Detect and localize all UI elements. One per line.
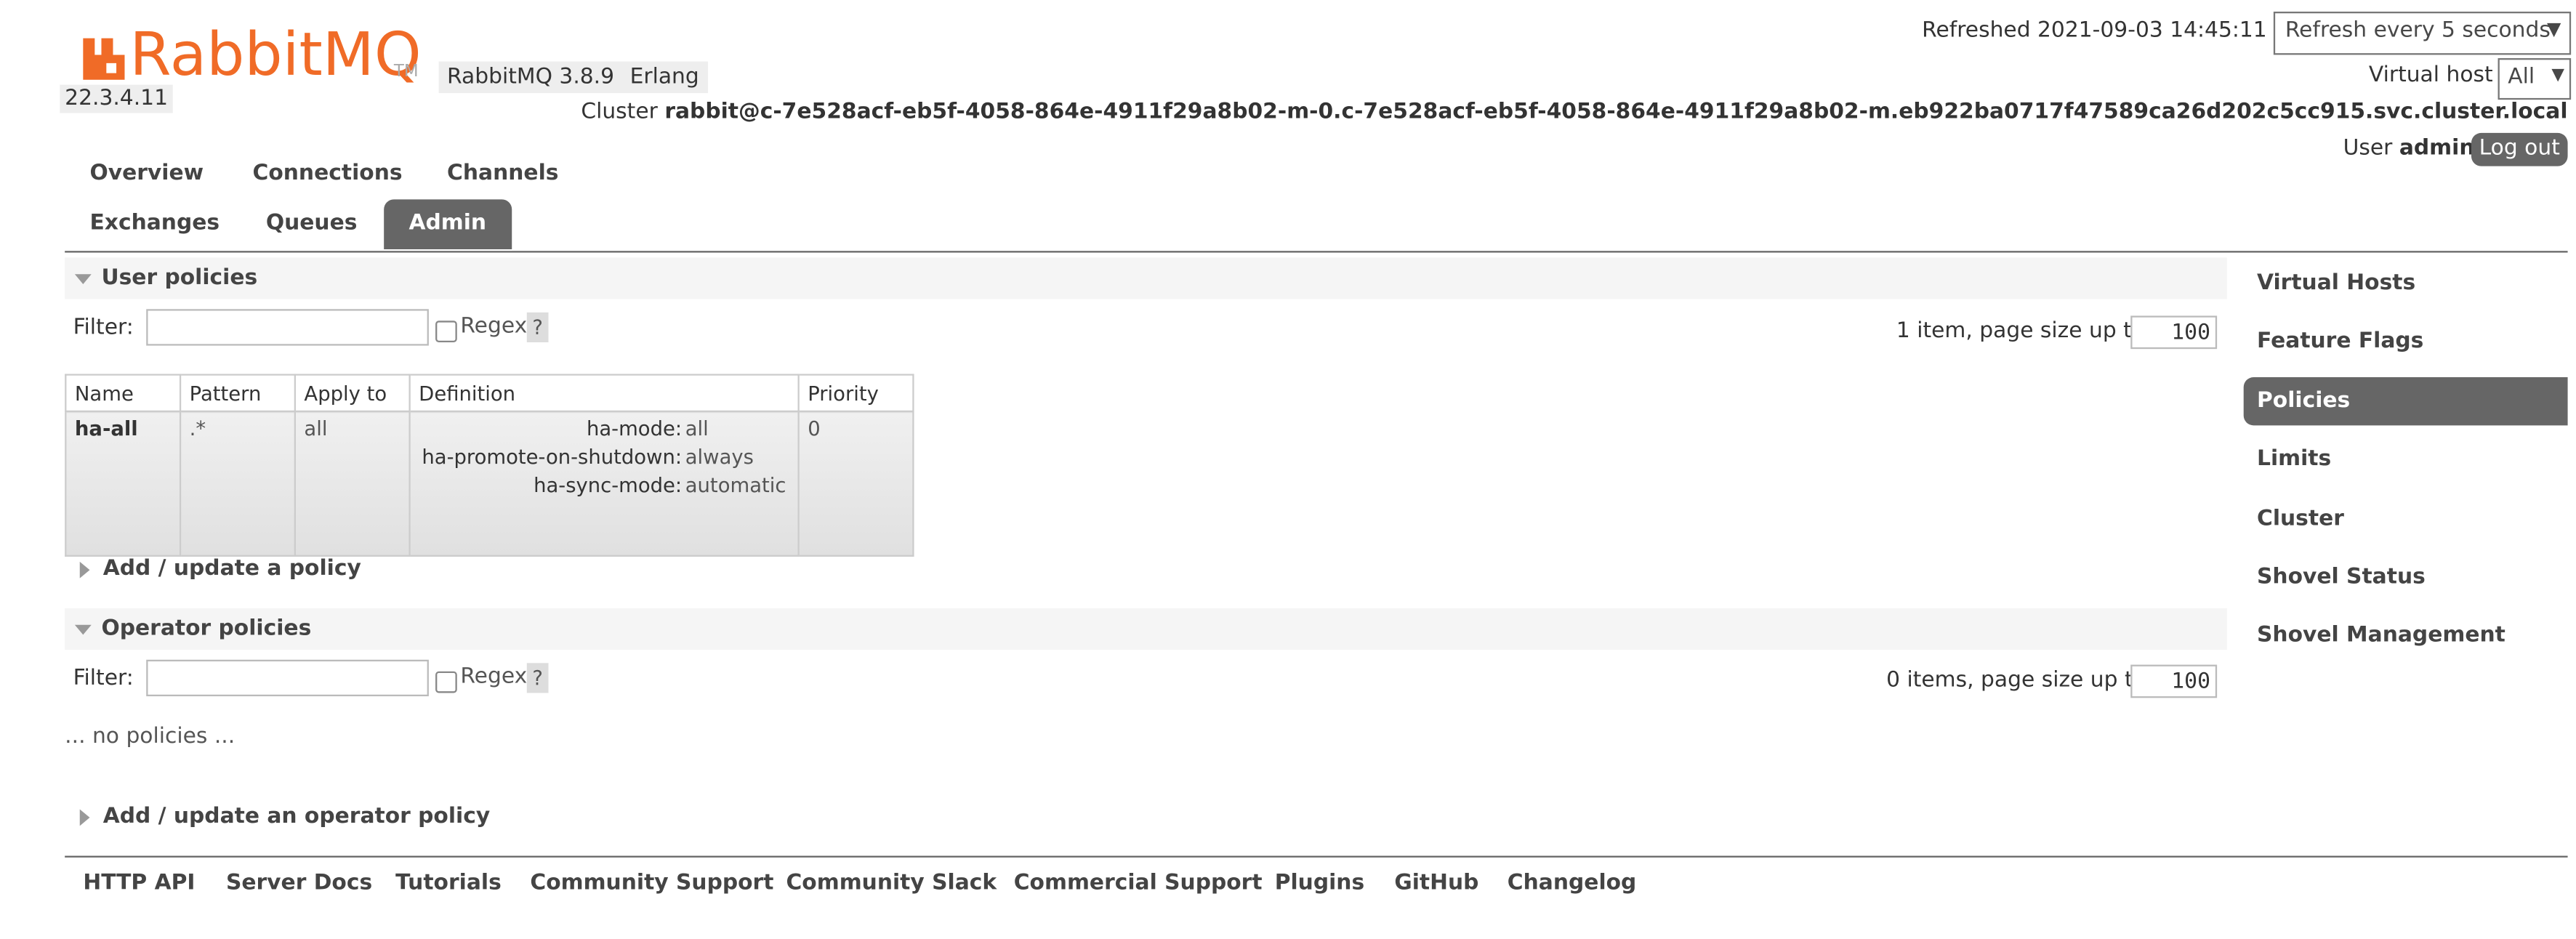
definition-list: ha-mode: all ha-promote-on-shutdown: alway…: [422, 417, 789, 502]
collapse-triangle-icon: [74, 624, 92, 634]
sidebar-item-limits[interactable]: Limits: [2244, 435, 2568, 483]
page-size-input[interactable]: 100: [2130, 664, 2218, 698]
sidebar-item-cluster[interactable]: Cluster: [2244, 495, 2568, 543]
policy-pattern: .*: [179, 410, 296, 557]
add-operator-policy-label: Add / update an operator policy: [102, 804, 491, 829]
tab-divider: [65, 251, 2568, 253]
column-header-name[interactable]: Name: [65, 374, 182, 413]
operator-policies-title: Operator policies: [101, 616, 312, 642]
chevron-down-icon: ▼: [2551, 66, 2564, 85]
chevron-down-icon: ▼: [2547, 18, 2561, 40]
footer-link-server-docs[interactable]: Server Docs: [226, 871, 372, 895]
footer-link-community-support[interactable]: Community Support: [530, 871, 773, 895]
footer-link-github[interactable]: GitHub: [1394, 871, 1478, 895]
regex-label: Regex: [460, 664, 528, 690]
sidebar-item-shovel-status[interactable]: Shovel Status: [2244, 553, 2568, 601]
definition-value: always: [685, 445, 754, 469]
definition-key: ha-sync-mode:: [534, 473, 683, 497]
tab-connections[interactable]: Connections: [228, 150, 427, 200]
expand-triangle-icon: [79, 808, 90, 826]
rabbitmq-version-badge: RabbitMQ 3.8.9: [438, 61, 623, 94]
regex-checkbox[interactable]: [435, 321, 457, 343]
filter-label: Filter:: [73, 666, 134, 692]
operator-policies-filter-input[interactable]: [146, 659, 429, 697]
definition-value: all: [685, 416, 709, 440]
sidebar-item-feature-flags[interactable]: Feature Flags: [2244, 318, 2568, 366]
no-policies-text: ... no policies ...: [65, 724, 236, 750]
rabbitmq-logo[interactable]: RabbitMQ TM: [81, 22, 430, 93]
refresh-interval-select[interactable]: Refresh every 5 seconds ▼: [2273, 12, 2572, 55]
table-header-row: Name Pattern Apply to Definition Priorit…: [65, 374, 914, 413]
add-operator-policy-toggle[interactable]: Add / update an operator policy: [65, 805, 490, 829]
column-header-definition[interactable]: Definition: [408, 374, 800, 413]
sidebar-item-policies[interactable]: Policies: [2243, 377, 2568, 426]
user-policies-filter-input[interactable]: [146, 309, 429, 346]
add-policy-toggle[interactable]: Add / update a policy: [65, 557, 361, 581]
definition-key: ha-mode:: [586, 416, 683, 440]
tab-queues[interactable]: Queues: [241, 199, 382, 249]
help-button[interactable]: ?: [526, 663, 549, 693]
rabbit-logo-icon: [83, 38, 125, 80]
collapse-triangle-icon: [74, 273, 92, 283]
footer-link-community-slack[interactable]: Community Slack: [786, 871, 997, 895]
filter-label: Filter:: [73, 315, 134, 341]
logout-button[interactable]: Log out: [2471, 132, 2568, 166]
page-size-input[interactable]: 100: [2130, 315, 2218, 350]
paging-text: 1 item, page size up to: [1896, 318, 2146, 344]
tab-overview[interactable]: Overview: [65, 150, 228, 200]
cluster-info: Cluster rabbit@c-7e528acf-eb5f-4058-864e…: [581, 100, 2567, 124]
erlang-badge: Erlang: [621, 61, 708, 94]
tab-exchanges[interactable]: Exchanges: [65, 199, 244, 249]
policy-priority: 0: [797, 410, 914, 557]
footer-link-changelog[interactable]: Changelog: [1508, 871, 1637, 895]
paging-text: 0 items, page size up to: [1886, 668, 2146, 693]
expand-triangle-icon: [79, 560, 90, 578]
cluster-label: Cluster: [581, 100, 658, 125]
policy-name-link[interactable]: ha-all: [75, 417, 138, 440]
logo-text: RabbitMQ: [129, 21, 422, 90]
erlang-version: 22.3.4.11: [60, 84, 173, 113]
table-row[interactable]: ha-all .* all ha-mode: all ha-promote-on-…: [65, 410, 914, 557]
tab-channels[interactable]: Channels: [422, 150, 584, 200]
regex-label: Regex: [460, 314, 528, 339]
logo-trademark: TM: [393, 63, 419, 82]
footer-divider: [65, 855, 2568, 858]
sidebar-item-virtual-hosts[interactable]: Virtual Hosts: [2244, 259, 2568, 307]
footer-link-plugins[interactable]: Plugins: [1275, 871, 1364, 895]
user-info: User admin: [2343, 136, 2475, 161]
footer-link-tutorials[interactable]: Tutorials: [395, 871, 502, 895]
column-header-pattern[interactable]: Pattern: [179, 374, 296, 413]
policy-apply-to: all: [294, 410, 411, 557]
definition-value: automatic: [685, 473, 786, 497]
regex-checkbox[interactable]: [435, 671, 457, 693]
add-policy-label: Add / update a policy: [102, 556, 361, 582]
user-policies-title: User policies: [101, 265, 258, 291]
tab-admin[interactable]: Admin: [384, 199, 512, 249]
footer-link-http-api[interactable]: HTTP API: [83, 871, 195, 895]
sidebar-item-shovel-management[interactable]: Shovel Management: [2244, 611, 2568, 659]
column-header-apply-to[interactable]: Apply to: [294, 374, 411, 413]
refreshed-timestamp: Refreshed 2021-09-03 14:45:11: [1922, 18, 2267, 44]
definition-key: ha-promote-on-shutdown:: [422, 445, 683, 469]
refresh-select-value: Refresh every 5 seconds: [2285, 18, 2551, 44]
user-name: admin: [2399, 136, 2475, 161]
virtual-host-select[interactable]: All ▼: [2497, 58, 2572, 100]
operator-policies-header[interactable]: Operator policies: [65, 608, 2227, 650]
policy-definition: ha-mode: all ha-promote-on-shutdown: alway…: [408, 410, 800, 557]
virtual-host-label: Virtual host: [2368, 63, 2493, 89]
column-header-priority[interactable]: Priority: [797, 374, 914, 413]
user-label: User: [2343, 136, 2393, 161]
user-policies-header[interactable]: User policies: [65, 257, 2227, 299]
user-policies-table: Name Pattern Apply to Definition Priorit…: [65, 374, 914, 557]
footer-link-commercial-support[interactable]: Commercial Support: [1014, 871, 1263, 895]
vhost-select-value: All: [2508, 65, 2535, 90]
cluster-name: rabbit@c-7e528acf-eb5f-4058-864e-4911f29…: [664, 100, 2568, 125]
help-button[interactable]: ?: [526, 312, 549, 343]
